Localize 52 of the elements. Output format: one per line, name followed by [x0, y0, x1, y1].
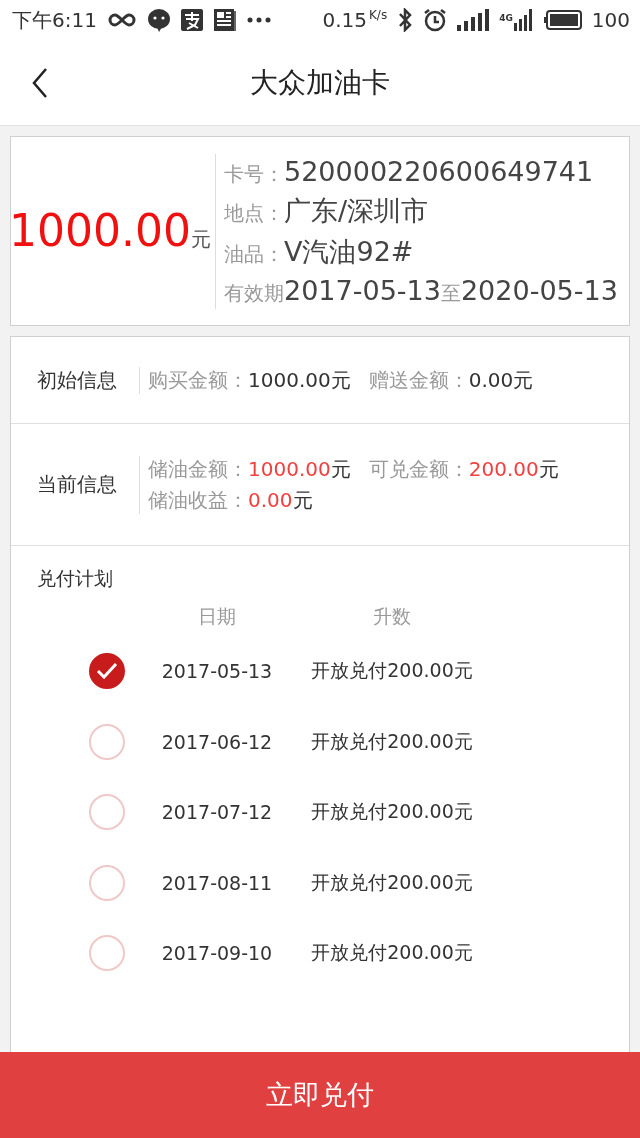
- currency-unit: 元: [191, 226, 211, 253]
- plan-date: 2017-09-10: [160, 942, 274, 965]
- detail-label: 油品：: [224, 240, 284, 268]
- bluetooth-icon: [397, 8, 414, 32]
- plan-amount: 开放兑付200.00元: [310, 869, 474, 895]
- date-separator: 至: [440, 279, 461, 307]
- column-header: 日期: [197, 604, 237, 629]
- detail-label: 有效期: [224, 279, 284, 307]
- plan-amount: 开放兑付200.00元: [310, 658, 474, 684]
- plan-date: 2017-05-13: [160, 660, 274, 683]
- plan-amount: 开放兑付200.00元: [310, 940, 474, 966]
- signal-icon: [457, 9, 490, 31]
- chat-bubble-icon: [146, 8, 171, 32]
- plan-date: 2017-07-12: [160, 801, 274, 824]
- amount-field: 储油金额：1000.00元: [148, 455, 351, 483]
- plan-date: 2017-06-12: [160, 730, 274, 753]
- payment-app-icon: [180, 9, 203, 31]
- infinity-icon: [106, 12, 137, 28]
- detail-value: V汽油92#: [284, 234, 414, 269]
- detail-value: 广东/深圳市: [284, 193, 429, 228]
- plan-title: 兑付计划: [37, 566, 114, 591]
- check-circle[interactable]: [89, 653, 125, 690]
- alarm-clock-icon: [423, 8, 448, 32]
- signal-icon: [513, 9, 534, 31]
- news-icon: [212, 8, 237, 32]
- page-title: 大众加油卡: [249, 64, 391, 101]
- amount-field: 储油收益：0.00元: [148, 486, 313, 514]
- network-speed: 0.15: [322, 8, 367, 32]
- detail-label: 地点：: [224, 199, 284, 227]
- speed-unit: K/s: [369, 8, 388, 22]
- detail-value: 2020-05-13: [460, 274, 618, 306]
- detail-value: 2017-05-13: [284, 274, 441, 306]
- more-icon: [246, 17, 271, 23]
- plan-date: 2017-08-11: [160, 871, 274, 894]
- plan-amount: 开放兑付200.00元: [310, 799, 474, 825]
- redeem-button[interactable]: 立即兑付: [0, 1052, 640, 1138]
- battery-icon: [543, 10, 582, 30]
- amount-field: 可兑金额：200.00元: [368, 455, 559, 483]
- section-title: 当前信息: [37, 471, 118, 498]
- status-time: 下午6:11: [12, 6, 97, 34]
- battery-level: 100: [591, 8, 630, 32]
- check-icon: [96, 662, 118, 681]
- column-header: 升数: [372, 604, 412, 629]
- detail-value: 520000220600649741: [284, 155, 594, 187]
- section-title: 初始信息: [37, 366, 118, 394]
- network-type: 4G: [499, 13, 513, 23]
- amount-field: 赠送金额：0.00元: [368, 366, 534, 394]
- back-icon: [32, 67, 48, 98]
- plan-amount: 开放兑付200.00元: [310, 728, 474, 754]
- detail-label: 卡号：: [224, 160, 284, 188]
- balance-amount: 1000.00: [9, 209, 191, 253]
- amount-field: 购买金额：1000.00元: [148, 366, 351, 394]
